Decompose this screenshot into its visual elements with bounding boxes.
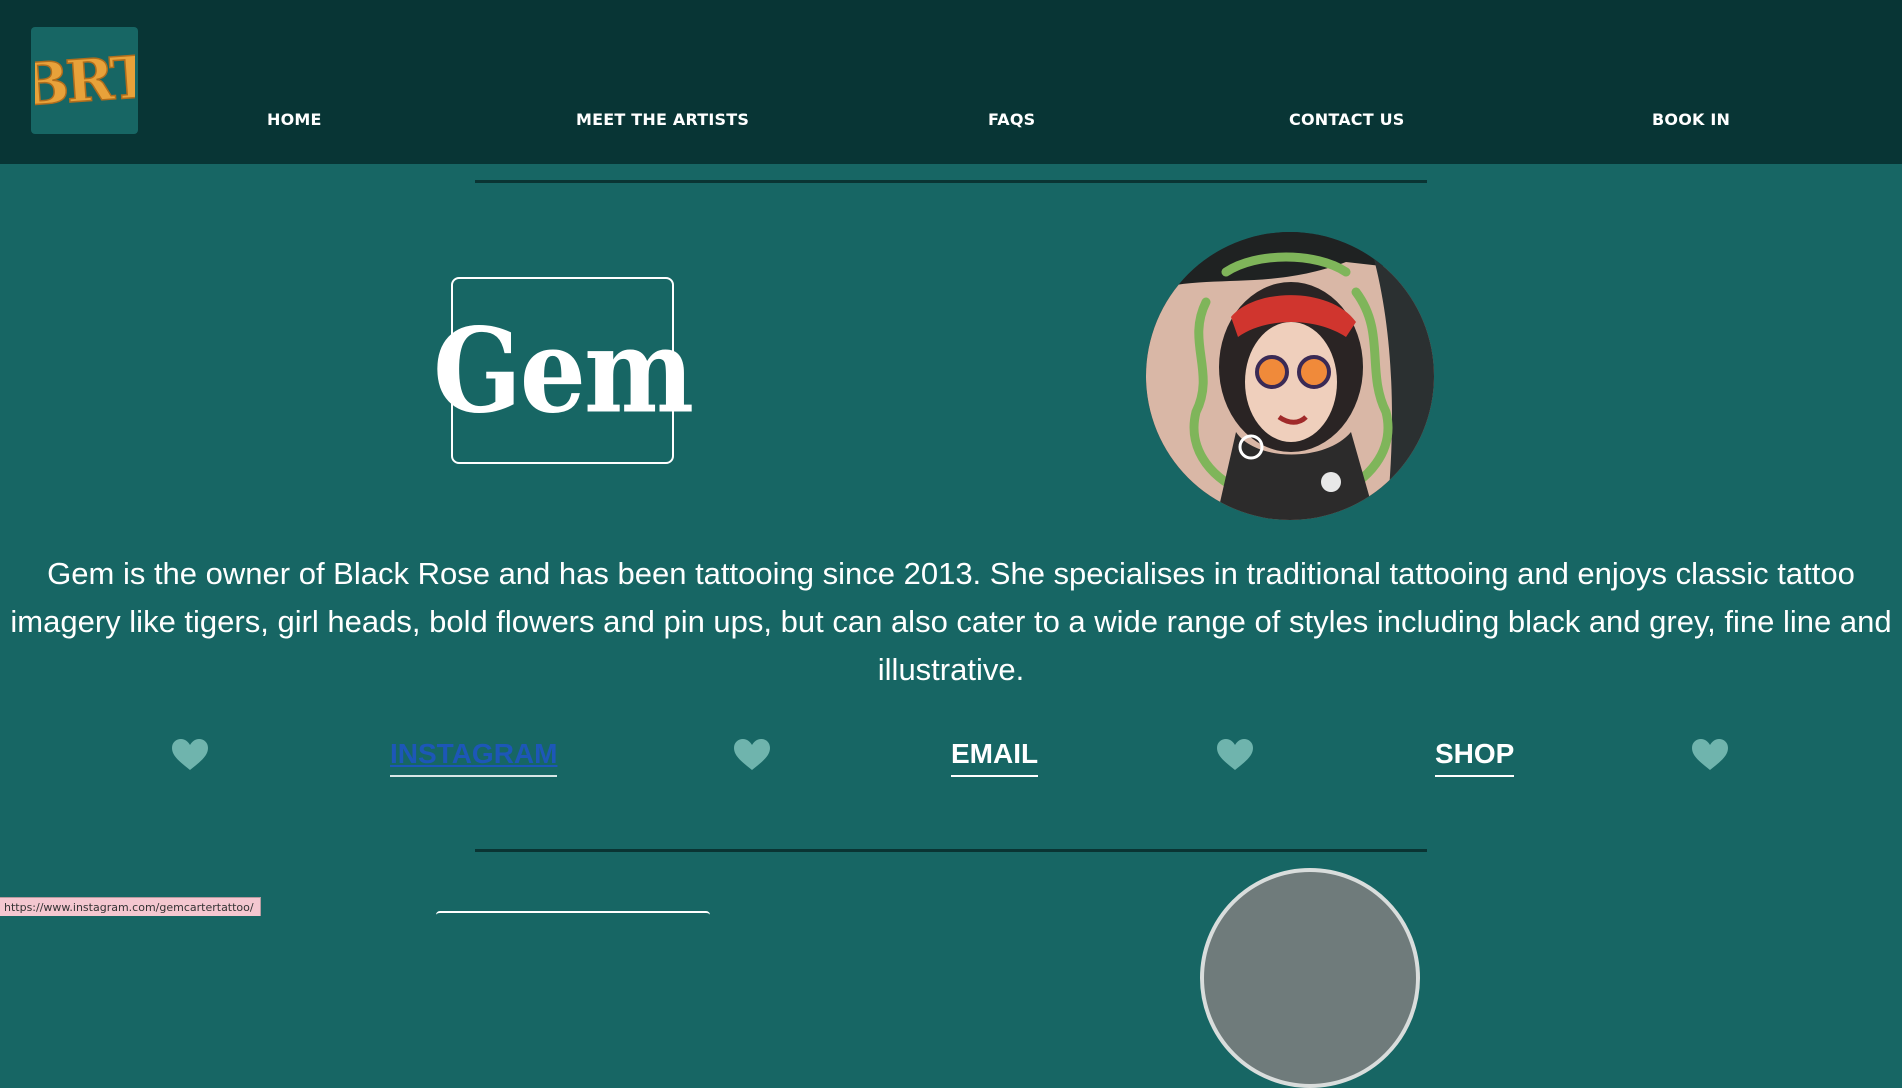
heart-icon — [172, 739, 208, 770]
nav-faqs[interactable]: FAQS — [988, 110, 1035, 129]
shop-link[interactable]: SHOP — [1435, 737, 1515, 777]
artist-name: Gem — [432, 301, 694, 440]
next-artist-portrait — [1200, 868, 1420, 1088]
heart-icon — [1217, 739, 1253, 770]
status-bar-url: https://www.instagram.com/gemcartertatto… — [0, 897, 261, 916]
nav-home[interactable]: HOME — [267, 110, 322, 129]
tattoo-portrait-image — [1146, 232, 1434, 520]
nav-book-in[interactable]: BOOK IN — [1652, 110, 1730, 129]
heart-icon — [1692, 739, 1728, 770]
next-artist-name-plate — [436, 911, 710, 923]
logo-mark: BRT — [35, 41, 135, 120]
instagram-link[interactable]: INSTAGRAM — [390, 737, 558, 777]
heart-icon — [734, 739, 770, 770]
nav-contact-us[interactable]: CONTACT US — [1289, 110, 1405, 129]
email-link[interactable]: EMAIL — [951, 737, 1039, 777]
nav-meet-the-artists[interactable]: MEET THE ARTISTS — [576, 110, 749, 129]
artist-name-plate: Gem — [433, 277, 694, 464]
section-divider-bottom — [475, 849, 1427, 852]
brt-logo[interactable]: BRT — [31, 27, 138, 134]
artist-bio: Gem is the owner of Black Rose and has b… — [10, 556, 1892, 687]
svg-text:BRT: BRT — [35, 42, 135, 119]
site-header: BRT HOME MEET THE ARTISTS FAQS CONTACT U… — [0, 0, 1902, 164]
section-divider-top — [475, 180, 1427, 183]
artist-portrait — [1146, 232, 1434, 520]
